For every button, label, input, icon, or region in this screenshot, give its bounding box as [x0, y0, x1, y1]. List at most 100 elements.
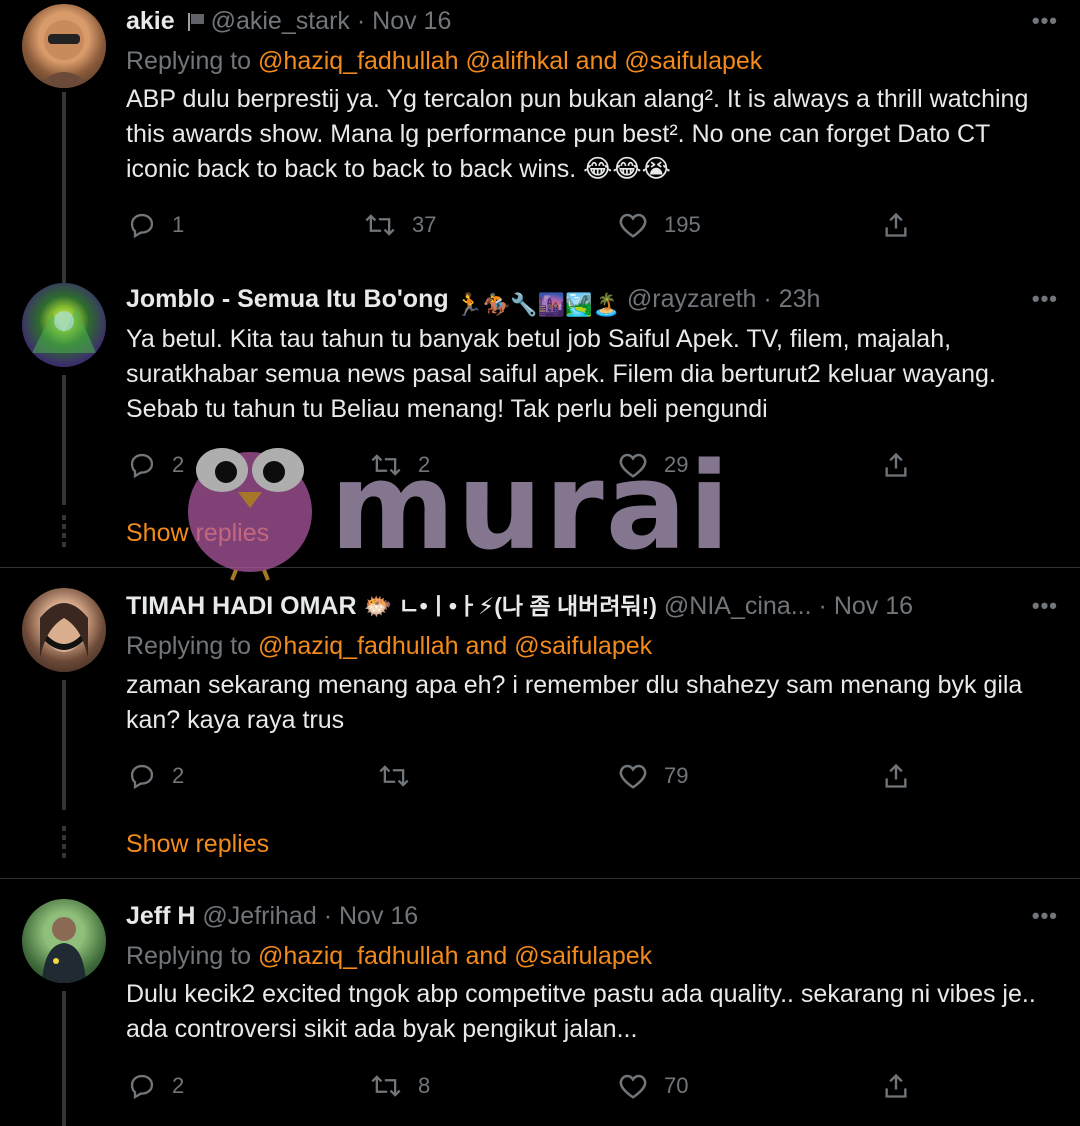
reply-button[interactable]: 2: [128, 1069, 184, 1103]
share-button[interactable]: [882, 759, 910, 793]
separator-dot: ·: [763, 285, 772, 313]
tweet-text: ABP dulu berprestij ya. Yg tercalon pun …: [126, 85, 1029, 183]
avatar-image: [32, 307, 96, 353]
heart-icon: [619, 764, 647, 789]
replying-to-label: Replying to: [126, 942, 252, 970]
show-replies-link[interactable]: Show replies: [126, 830, 269, 859]
retweet-count: 8: [418, 1073, 431, 1098]
like-count: 29: [664, 452, 689, 477]
like-button[interactable]: 29: [618, 448, 688, 482]
share-button[interactable]: [882, 208, 910, 242]
like-count: 195: [664, 212, 701, 237]
mention-conjunction: and: [575, 47, 618, 75]
separator-dot: ·: [356, 7, 366, 35]
tweet-akie[interactable]: akie @akie_stark · Nov 16 ••• Replying t…: [0, 0, 1080, 275]
timestamp[interactable]: Nov 16: [339, 902, 418, 930]
display-name[interactable]: TIMAH HADI OMAR: [126, 592, 357, 620]
avatar[interactable]: [22, 899, 106, 983]
more-options-icon[interactable]: •••: [1032, 286, 1058, 312]
tweet-jeff[interactable]: Jeff H @Jefrihad · Nov 16 ••• Replying t…: [0, 879, 1080, 1126]
avatar[interactable]: [22, 4, 106, 88]
tweet-actions: 2 2 29: [126, 448, 926, 482]
reply-button[interactable]: 2: [128, 759, 184, 793]
reply-icon: [130, 213, 154, 239]
name-emoji: 🏃🏇🔧🌆🏞️🏝️: [455, 292, 620, 317]
reply-button[interactable]: 2: [128, 448, 184, 482]
mention-conjunction: and: [465, 632, 508, 660]
handle[interactable]: @Jefrihad: [202, 902, 316, 930]
mention-link[interactable]: @haziq_fadhullah: [258, 632, 459, 660]
name-emoji: 🐡 ㄴ•ㅣ•ㅏ⚡(나 좀 내버려둬!): [363, 593, 657, 619]
timestamp[interactable]: Nov 16: [834, 592, 913, 620]
timestamp[interactable]: 23h: [779, 285, 821, 313]
share-icon: [885, 212, 907, 237]
timestamp[interactable]: Nov 16: [372, 7, 451, 35]
retweet-button[interactable]: 2: [370, 448, 430, 482]
heart-icon: [619, 453, 647, 478]
flag-icon: [187, 13, 204, 31]
mention-link[interactable]: @saifulapek: [514, 942, 652, 970]
tweet-actions: 1 37 195: [126, 208, 926, 242]
like-count: 70: [664, 1073, 689, 1098]
like-button[interactable]: 195: [618, 208, 701, 242]
avatar[interactable]: [22, 588, 106, 672]
tweet-actions: 2 8 70: [126, 1069, 926, 1103]
retweet-count: 2: [418, 452, 431, 477]
share-button[interactable]: [882, 448, 910, 482]
mention-link[interactable]: @haziq_fadhullah: [258, 942, 459, 970]
mention-link[interactable]: @haziq_fadhullah: [258, 47, 459, 75]
tweet-text: Ya betul. Kita tau tahun tu banyak betul…: [126, 325, 996, 423]
like-button[interactable]: 70: [618, 1069, 688, 1103]
thread-line: [62, 375, 66, 505]
share-icon: [885, 452, 907, 477]
more-options-icon[interactable]: •••: [1032, 903, 1058, 929]
thread-line: [62, 92, 66, 275]
reply-count: 2: [172, 452, 185, 477]
reply-count: 2: [172, 763, 185, 788]
tweet-jomblo[interactable]: Jomblo - Semua Itu Bo'ong 🏃🏇🔧🌆🏞️🏝️ @rayz…: [0, 275, 1080, 567]
display-name[interactable]: Jomblo - Semua Itu Bo'ong: [126, 285, 449, 313]
replying-to: Replying to @haziq_fadhullah and @saiful…: [126, 631, 652, 661]
like-button[interactable]: 79: [618, 759, 688, 793]
separator-dot: ·: [323, 902, 333, 930]
tweet-text: zaman sekarang menang apa eh? i remember…: [126, 671, 1023, 734]
mention-link[interactable]: @alifhkal: [466, 47, 569, 75]
like-count: 79: [664, 763, 689, 788]
replying-to: Replying to @haziq_fadhullah and @saiful…: [126, 941, 652, 971]
reply-button[interactable]: 1: [128, 208, 184, 242]
more-options-icon[interactable]: •••: [1032, 8, 1058, 34]
more-options-icon[interactable]: •••: [1032, 593, 1058, 619]
tweet-timah[interactable]: TIMAH HADI OMAR 🐡 ㄴ•ㅣ•ㅏ⚡(나 좀 내버려둬!) @NIA…: [0, 568, 1080, 878]
thread-line: [62, 991, 66, 1126]
handle[interactable]: @NIA_cina...: [664, 592, 812, 620]
retweet-button[interactable]: 8: [370, 1069, 430, 1103]
share-button[interactable]: [882, 1069, 910, 1103]
handle[interactable]: @rayzareth: [627, 285, 757, 313]
reply-icon: [130, 453, 154, 479]
tweet-header: Jomblo - Semua Itu Bo'ong 🏃🏇🔧🌆🏞️🏝️ @rayz…: [126, 284, 820, 320]
share-icon: [885, 1073, 907, 1098]
replying-to-label: Replying to: [126, 47, 252, 75]
thread-line: [62, 275, 66, 283]
separator-dot: ·: [818, 592, 827, 620]
retweet-button[interactable]: 37: [364, 208, 436, 242]
handle[interactable]: @akie_stark: [211, 7, 350, 35]
heart-icon: [619, 213, 647, 238]
display-name[interactable]: Jeff H: [126, 902, 195, 930]
tweet-header: Jeff H @Jefrihad · Nov 16: [126, 901, 418, 931]
mention-conjunction: and: [465, 942, 508, 970]
retweet-button[interactable]: [378, 759, 426, 793]
retweet-icon: [379, 765, 409, 787]
mention-link[interactable]: @saifulapek: [514, 632, 652, 660]
avatar[interactable]: [22, 283, 106, 367]
reply-icon: [130, 764, 154, 790]
replying-to: Replying to @haziq_fadhullah @alifhkal a…: [126, 46, 762, 76]
thread-line: [62, 680, 66, 810]
reply-icon: [130, 1074, 154, 1100]
retweet-icon: [371, 1075, 401, 1097]
mention-link[interactable]: @saifulapek: [624, 47, 762, 75]
avatar-image: [40, 603, 88, 658]
display-name[interactable]: akie: [126, 7, 175, 35]
avatar-image: [42, 917, 86, 983]
show-replies-link[interactable]: Show replies: [126, 519, 269, 548]
